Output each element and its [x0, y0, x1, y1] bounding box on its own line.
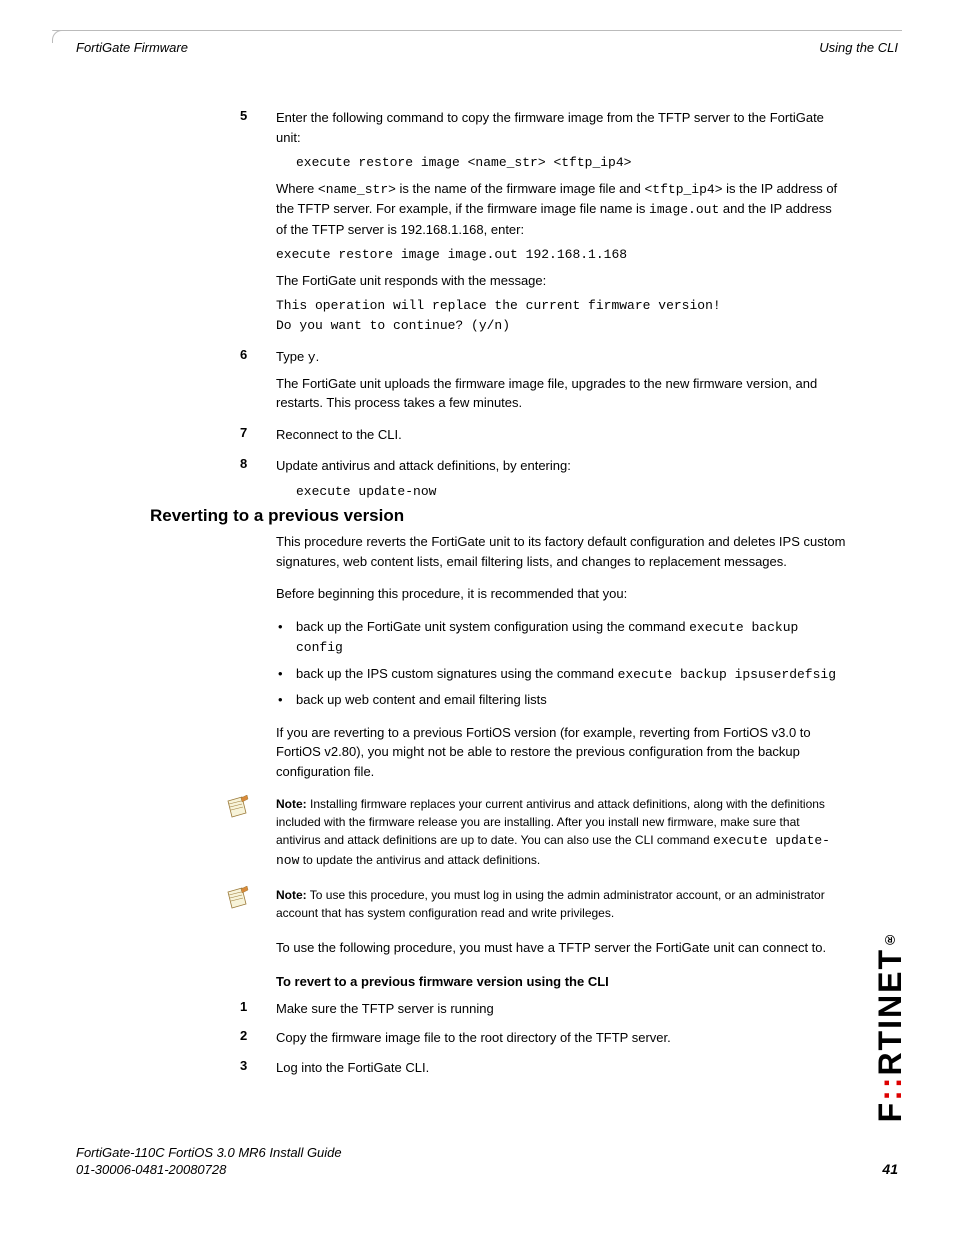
step-number: 2	[240, 1028, 247, 1043]
step-1: 1 Make sure the TFTP server is running	[240, 999, 846, 1019]
page-number: 41	[882, 1161, 898, 1177]
step-text: Where <name_str> is the name of the firm…	[276, 179, 846, 240]
step-number: 1	[240, 999, 247, 1014]
footer-title: FortiGate-110C FortiOS 3.0 MR6 Install G…	[76, 1145, 342, 1160]
note-text: Note: To use this procedure, you must lo…	[276, 886, 846, 922]
step-text: Update antivirus and attack definitions,…	[276, 456, 846, 476]
list-item: back up the FortiGate unit system config…	[276, 617, 846, 658]
step-8: 8 Update antivirus and attack definition…	[240, 456, 846, 501]
list-item: back up web content and email filtering …	[276, 690, 846, 710]
step-2: 2 Copy the firmware image file to the ro…	[240, 1028, 846, 1048]
cli-command: execute restore image image.out 192.168.…	[276, 245, 846, 265]
step-number: 3	[240, 1058, 247, 1073]
step-text: Log into the FortiGate CLI.	[276, 1058, 846, 1078]
step-5: 5 Enter the following command to copy th…	[240, 108, 846, 335]
note-block: Note: Installing firmware replaces your …	[240, 795, 846, 870]
note-text: Note: Installing firmware replaces your …	[276, 795, 846, 870]
step-6: 6 Type y. The FortiGate unit uploads the…	[240, 347, 846, 413]
step-text: The FortiGate unit uploads the firmware …	[276, 374, 846, 413]
section-heading: Reverting to a previous version	[150, 506, 404, 526]
main-content: 5 Enter the following command to copy th…	[240, 108, 846, 525]
step-text: Type y.	[276, 347, 846, 368]
note-icon	[224, 886, 252, 914]
step-text: Make sure the TFTP server is running	[276, 999, 846, 1019]
step-number: 5	[240, 108, 247, 123]
step-number: 6	[240, 347, 247, 362]
step-number: 8	[240, 456, 247, 471]
body-paragraph: If you are reverting to a previous Forti…	[276, 723, 846, 782]
body-paragraph: Before beginning this procedure, it is r…	[276, 584, 846, 604]
footer-docid: 01-30006-0481-20080728	[76, 1162, 226, 1177]
cli-command: execute update-now	[296, 482, 846, 502]
procedure-heading: To revert to a previous firmware version…	[276, 974, 846, 989]
step-text: Copy the firmware image file to the root…	[276, 1028, 846, 1048]
header-rule	[52, 30, 902, 31]
body-paragraph: This procedure reverts the FortiGate uni…	[276, 532, 846, 571]
header-rule-curve	[52, 30, 65, 43]
cli-output: Do you want to continue? (y/n)	[276, 316, 846, 336]
cli-output: This operation will replace the current …	[276, 296, 846, 316]
note-block: Note: To use this procedure, you must lo…	[240, 886, 846, 922]
step-number: 7	[240, 425, 247, 440]
note-icon	[224, 795, 252, 823]
step-3: 3 Log into the FortiGate CLI.	[240, 1058, 846, 1078]
list-item: back up the IPS custom signatures using …	[276, 664, 846, 685]
fortinet-logo: F::RTINET®	[872, 930, 909, 1122]
step-7: 7 Reconnect to the CLI.	[240, 425, 846, 445]
body-paragraph: To use the following procedure, you must…	[276, 938, 846, 958]
running-header-left: FortiGate Firmware	[76, 40, 188, 55]
step-text: The FortiGate unit responds with the mes…	[276, 271, 846, 291]
running-header-right: Using the CLI	[819, 40, 898, 55]
section-body: This procedure reverts the FortiGate uni…	[240, 532, 846, 1087]
cli-command: execute restore image <name_str> <tftp_i…	[296, 153, 846, 173]
step-text: Reconnect to the CLI.	[276, 425, 846, 445]
bullet-list: back up the FortiGate unit system config…	[276, 617, 846, 710]
step-text: Enter the following command to copy the …	[276, 108, 846, 147]
